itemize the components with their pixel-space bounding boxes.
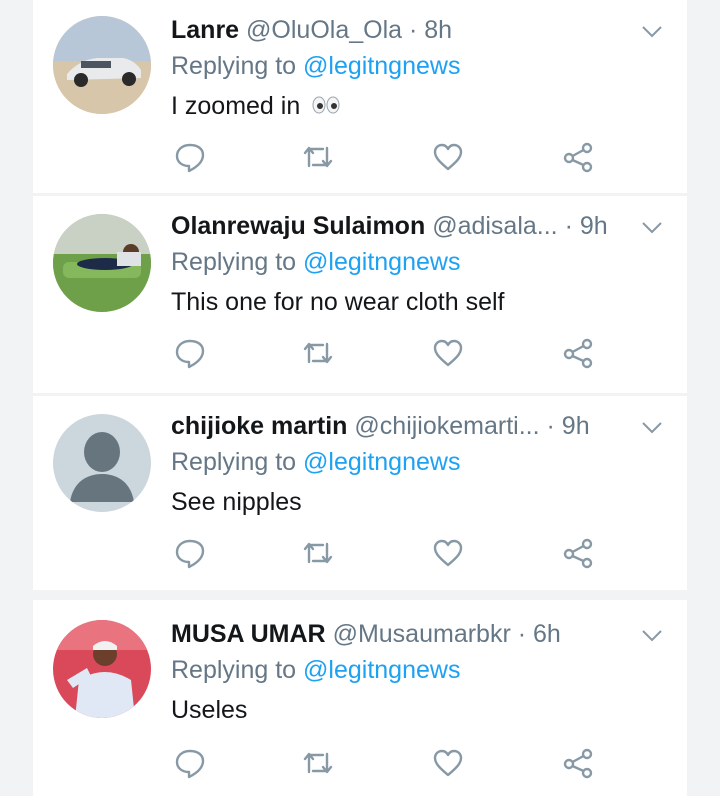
display-name[interactable]: Olanrewaju Sulaimon — [171, 212, 425, 240]
reply-icon[interactable] — [173, 536, 207, 570]
tweet-text-content: I zoomed in — [171, 92, 301, 120]
avatar[interactable] — [53, 414, 151, 512]
chevron-down-icon[interactable] — [639, 622, 665, 648]
retweet-icon[interactable] — [301, 746, 335, 780]
replying-to-link[interactable]: @legitngnews — [303, 448, 460, 476]
replying-to-line: Replying to @legitngnews — [171, 654, 460, 686]
avatar[interactable] — [53, 16, 151, 114]
share-icon[interactable] — [561, 140, 595, 174]
replying-prefix: Replying to — [171, 448, 297, 476]
retweet-icon[interactable] — [301, 336, 335, 370]
separator-dot: · — [517, 620, 527, 648]
retweet-icon[interactable] — [301, 140, 335, 174]
timestamp[interactable]: 9h — [580, 212, 608, 240]
avatar-person-image — [53, 620, 151, 718]
user-handle[interactable]: @Musaumarbkr — [333, 620, 511, 648]
eyes-emoji-icon — [311, 91, 341, 123]
user-handle[interactable]: @chijiokemarti... — [354, 412, 539, 440]
reply-feed: Lanre @OluOla_Ola · 8h Replying to @legi… — [33, 0, 687, 796]
replying-to-link[interactable]: @legitngnews — [303, 52, 460, 80]
tweet-actions — [173, 140, 603, 174]
replying-to-link[interactable]: @legitngnews — [303, 656, 460, 684]
timestamp[interactable]: 9h — [562, 412, 590, 440]
like-icon[interactable] — [431, 336, 465, 370]
tweet-actions — [173, 336, 603, 370]
chevron-down-icon[interactable] — [639, 18, 665, 44]
tweet-header: Lanre @OluOla_Ola · 8h — [171, 14, 641, 46]
separator-dot: · — [564, 212, 573, 240]
replying-prefix: Replying to — [171, 656, 297, 684]
avatar-car-image — [53, 16, 151, 114]
tweet-actions — [173, 536, 603, 570]
avatar[interactable] — [53, 214, 151, 312]
tweet-card[interactable]: chijioke martin @chijiokemarti... · 9h R… — [33, 396, 687, 590]
replying-prefix: Replying to — [171, 248, 297, 276]
tweet-card[interactable]: Lanre @OluOla_Ola · 8h Replying to @legi… — [33, 0, 687, 193]
avatar-person-image — [53, 214, 151, 312]
tweet-text: See nipples — [171, 488, 302, 516]
separator-dot: · — [409, 16, 418, 44]
reply-icon[interactable] — [173, 336, 207, 370]
tweet-card[interactable]: MUSA UMAR @Musaumarbkr · 6h Replying to … — [33, 600, 687, 796]
tweet-text: I zoomed in — [171, 90, 341, 123]
tweet-actions — [173, 746, 603, 780]
replying-to-line: Replying to @legitngnews — [171, 50, 460, 82]
timestamp[interactable]: 6h — [533, 620, 561, 648]
display-name[interactable]: MUSA UMAR — [171, 620, 326, 648]
reply-icon[interactable] — [173, 140, 207, 174]
display-name[interactable]: chijioke martin — [171, 412, 347, 440]
replying-to-line: Replying to @legitngnews — [171, 446, 460, 478]
like-icon[interactable] — [431, 140, 465, 174]
tweet-text: Useles — [171, 696, 248, 724]
replying-to-line: Replying to @legitngnews — [171, 246, 460, 278]
avatar[interactable] — [53, 620, 151, 718]
like-icon[interactable] — [431, 746, 465, 780]
replying-prefix: Replying to — [171, 52, 297, 80]
tweet-header: chijioke martin @chijiokemarti... · 9h — [171, 410, 641, 442]
retweet-icon[interactable] — [301, 536, 335, 570]
tweet-card[interactable]: Olanrewaju Sulaimon @adisala... · 9h Rep… — [33, 196, 687, 393]
separator-dot: · — [546, 412, 555, 440]
user-handle[interactable]: @OluOla_Ola — [246, 16, 402, 44]
replying-to-link[interactable]: @legitngnews — [303, 248, 460, 276]
display-name[interactable]: Lanre — [171, 16, 239, 44]
share-icon[interactable] — [561, 536, 595, 570]
tweet-text: This one for no wear cloth self — [171, 288, 505, 316]
default-avatar-icon — [53, 414, 151, 512]
chevron-down-icon[interactable] — [639, 214, 665, 240]
tweet-header: Olanrewaju Sulaimon @adisala... · 9h — [171, 210, 641, 242]
user-handle[interactable]: @adisala... — [432, 212, 557, 240]
like-icon[interactable] — [431, 536, 465, 570]
chevron-down-icon[interactable] — [639, 414, 665, 440]
timestamp[interactable]: 8h — [424, 16, 452, 44]
share-icon[interactable] — [561, 336, 595, 370]
tweet-header: MUSA UMAR @Musaumarbkr · 6h — [171, 618, 641, 650]
reply-icon[interactable] — [173, 746, 207, 780]
share-icon[interactable] — [561, 746, 595, 780]
